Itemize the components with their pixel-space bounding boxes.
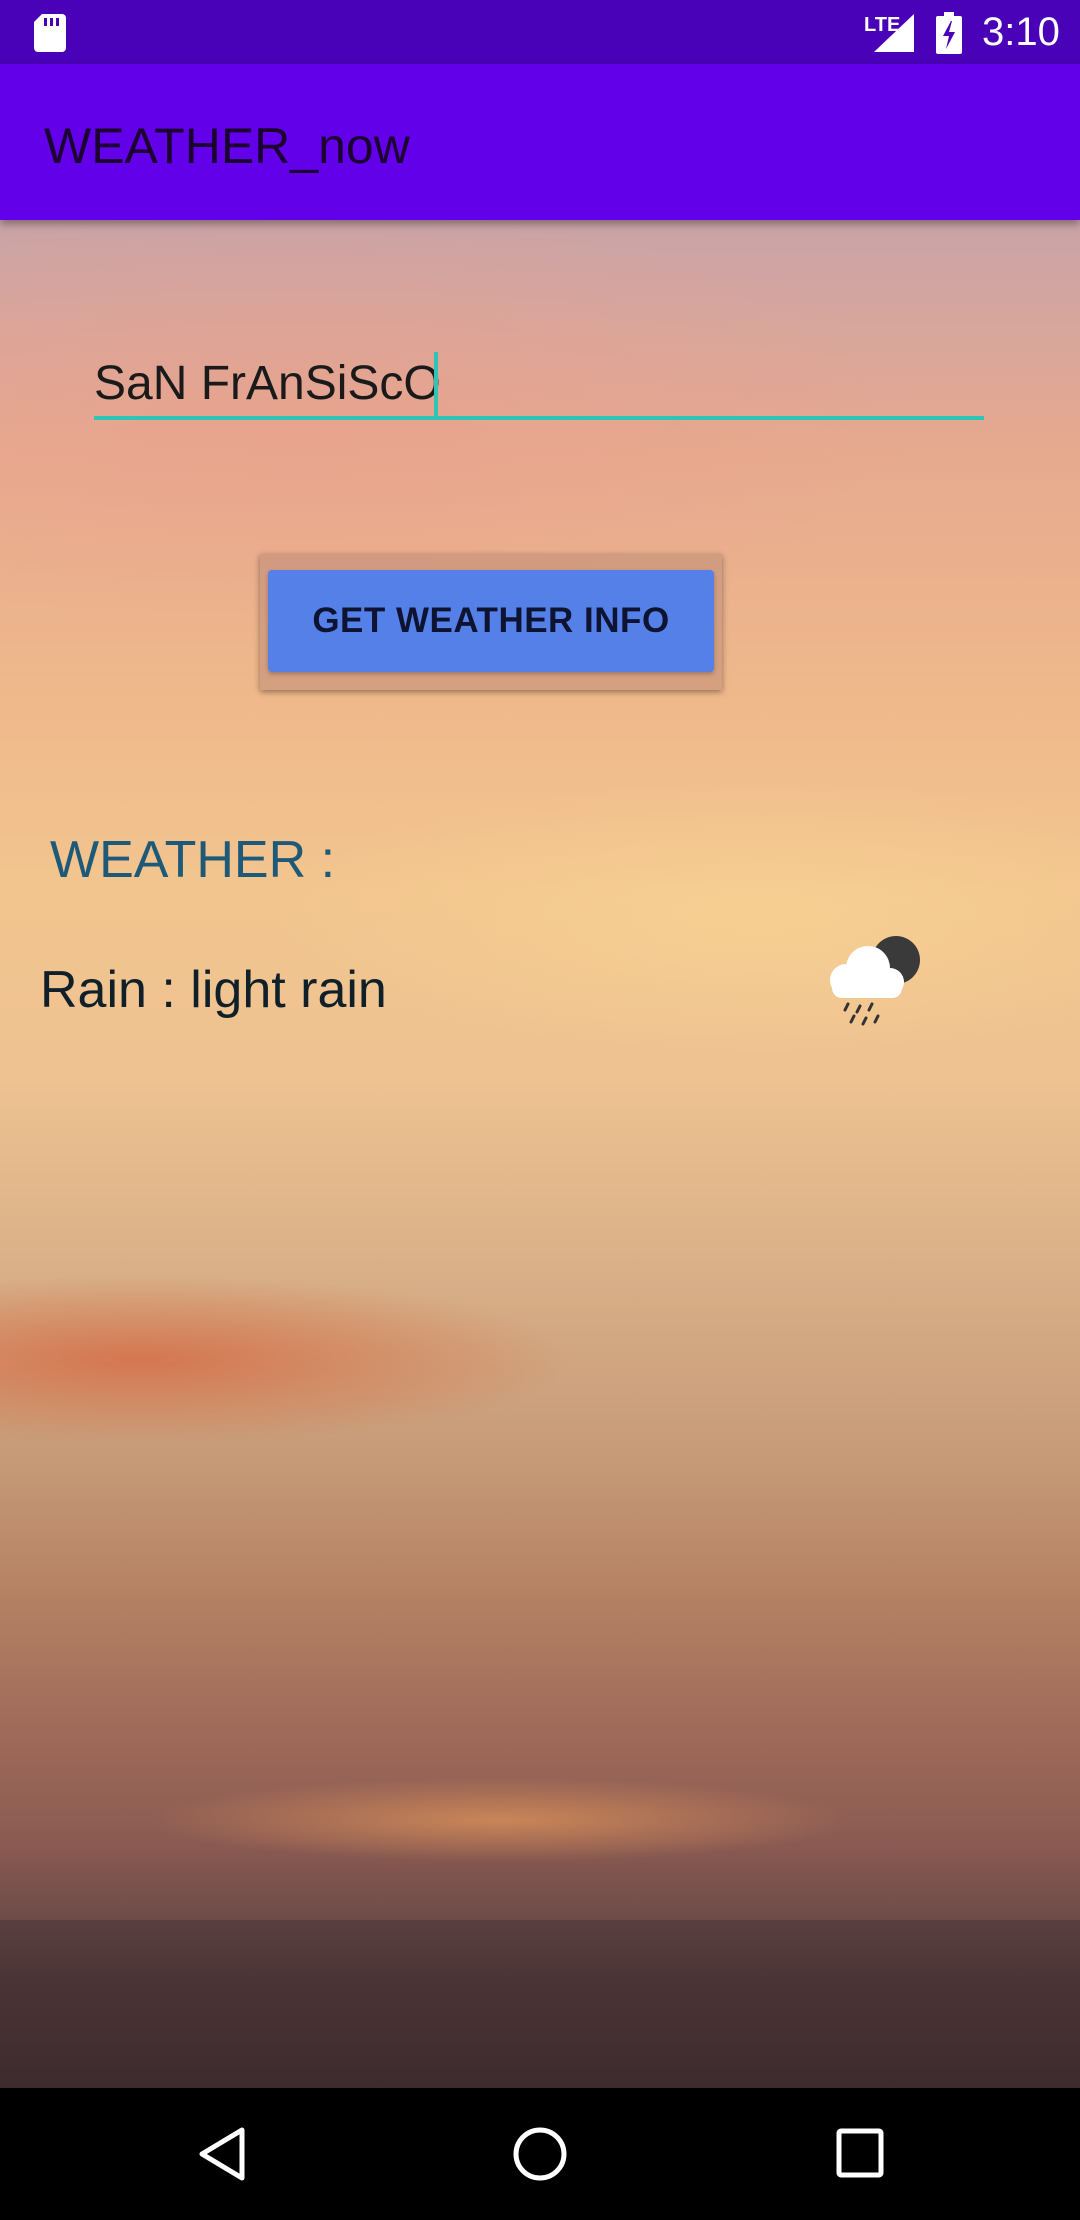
city-input[interactable] [94,350,984,420]
weather-description: Rain : light rain [40,961,387,1019]
status-bar: LTE 3:10 [0,0,1080,64]
background-ground [0,1920,1080,2088]
weather-heading: WEATHER : [50,831,336,889]
app-bar: WEATHER_now [0,64,1080,220]
text-cursor [434,352,438,416]
back-icon[interactable] [196,2126,248,2182]
rain-cloud-night-icon [830,936,920,1026]
get-weather-button[interactable]: GET WEATHER INFO [268,570,714,672]
status-clock: 3:10 [982,10,1060,54]
battery-charging-icon [936,12,962,54]
home-icon[interactable] [512,2126,568,2182]
navigation-bar [0,2088,1080,2220]
screen: LTE 3:10 WEATHER_now GET WEATHER INFO WE… [0,0,1080,2220]
main-content: GET WEATHER INFO WEATHER : Rain : light … [0,220,1080,2088]
sd-card-icon [34,14,66,52]
app-title: WEATHER_now [44,118,410,174]
signal-icon [874,14,914,52]
recents-icon[interactable] [836,2128,884,2178]
